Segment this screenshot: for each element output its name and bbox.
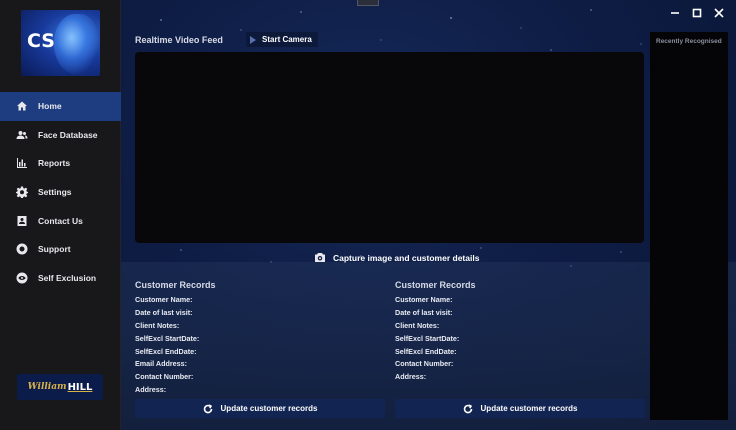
records-heading: Customer Records <box>395 280 476 290</box>
sidebar-item-support[interactable]: Support <box>0 235 121 264</box>
sidebar-item-self-exclusion[interactable]: Self Exclusion <box>0 264 121 293</box>
capture-label: Capture image and customer details <box>333 252 480 263</box>
capture-button[interactable]: Capture image and customer details <box>314 252 479 263</box>
field-address: Address: <box>135 385 167 395</box>
field-selfexcl-start: SelfExcl StartDate: <box>135 333 200 343</box>
field-date-last-visit: Date of last visit: <box>135 307 193 317</box>
close-icon <box>714 8 724 18</box>
nav-menu: Home Face Database Reports Settings Cont… <box>0 92 121 292</box>
sidebar-item-label: Self Exclusion <box>38 272 97 283</box>
minimize-button[interactable] <box>668 6 682 20</box>
window-controls <box>668 6 726 20</box>
camera-icon <box>315 253 325 262</box>
recently-recognised-panel: Recently Recognised <box>650 32 728 420</box>
sidebar-item-face-database[interactable]: Face Database <box>0 121 121 150</box>
gear-icon <box>16 186 28 199</box>
field-client-notes: Client Notes: <box>135 320 180 330</box>
start-camera-button[interactable]: Start Camera <box>246 32 318 47</box>
brand-script-text: William <box>27 382 67 392</box>
maximize-icon <box>692 8 702 18</box>
sidebar-item-reports[interactable]: Reports <box>0 149 121 178</box>
sidebar-item-label: Support <box>38 244 71 255</box>
users-icon <box>16 130 28 139</box>
app-window: CS Home Face Database Reports Settings C… <box>0 0 736 430</box>
customer-records-right: Customer Records Customer Name: Date of … <box>395 280 645 384</box>
minimize-icon <box>671 12 679 14</box>
video-feed-title: Realtime Video Feed <box>135 35 223 45</box>
drag-handle[interactable] <box>357 0 379 6</box>
main-panel: Realtime Video Feed Start Camera Recentl… <box>121 0 736 430</box>
update-records-button-right[interactable]: Update customer records <box>395 399 645 418</box>
recently-recognised-title: Recently Recognised <box>656 38 722 45</box>
update-records-label: Update customer records <box>480 404 578 413</box>
field-customer-name: Customer Name: <box>135 295 193 304</box>
maximize-button[interactable] <box>690 6 704 20</box>
support-icon <box>16 243 28 255</box>
field-customer-name: Customer Name: <box>395 295 453 304</box>
field-selfexcl-end: SelfExcl EndDate: <box>395 346 457 356</box>
records-heading: Customer Records <box>135 280 216 290</box>
sidebar-item-contact-us[interactable]: Contact Us <box>0 206 121 235</box>
sidebar-item-label: Home <box>38 101 62 112</box>
brand-logo: William HILL <box>17 374 103 400</box>
field-date-last-visit: Date of last visit: <box>395 307 453 317</box>
contact-card-icon <box>17 215 27 226</box>
sidebar-item-label: Settings <box>38 187 72 198</box>
brand-hill-text: HILL <box>67 381 93 393</box>
face-scan-graphic <box>54 14 98 74</box>
close-button[interactable] <box>712 6 726 20</box>
field-contact-number: Contact Number: <box>135 372 194 382</box>
update-records-label: Update customer records <box>220 404 318 413</box>
field-email-address: Email Address: <box>135 359 188 369</box>
start-camera-label: Start Camera <box>262 35 312 44</box>
field-address: Address: <box>395 372 427 382</box>
sidebar: CS Home Face Database Reports Settings C… <box>0 0 121 430</box>
customer-records-left: Customer Records Customer Name: Date of … <box>135 280 385 397</box>
video-feed-display <box>135 52 644 243</box>
app-logo: CS <box>21 10 100 76</box>
field-client-notes: Client Notes: <box>395 320 440 330</box>
refresh-icon <box>203 403 212 413</box>
sidebar-item-label: Face Database <box>38 129 98 140</box>
field-selfexcl-end: SelfExcl EndDate: <box>135 346 197 356</box>
update-records-button-left[interactable]: Update customer records <box>135 399 385 418</box>
sidebar-item-settings[interactable]: Settings <box>0 178 121 207</box>
home-icon <box>17 101 27 111</box>
field-selfexcl-start: SelfExcl StartDate: <box>395 333 460 343</box>
play-icon <box>250 35 256 44</box>
refresh-icon <box>463 403 472 413</box>
sidebar-item-label: Contact Us <box>38 215 83 226</box>
sidebar-item-home[interactable]: Home <box>0 92 121 121</box>
bar-chart-icon <box>17 158 27 169</box>
logo-text: CS <box>27 30 55 52</box>
sidebar-item-label: Reports <box>38 158 71 169</box>
field-contact-number: Contact Number: <box>395 359 454 369</box>
eye-icon <box>16 272 28 284</box>
